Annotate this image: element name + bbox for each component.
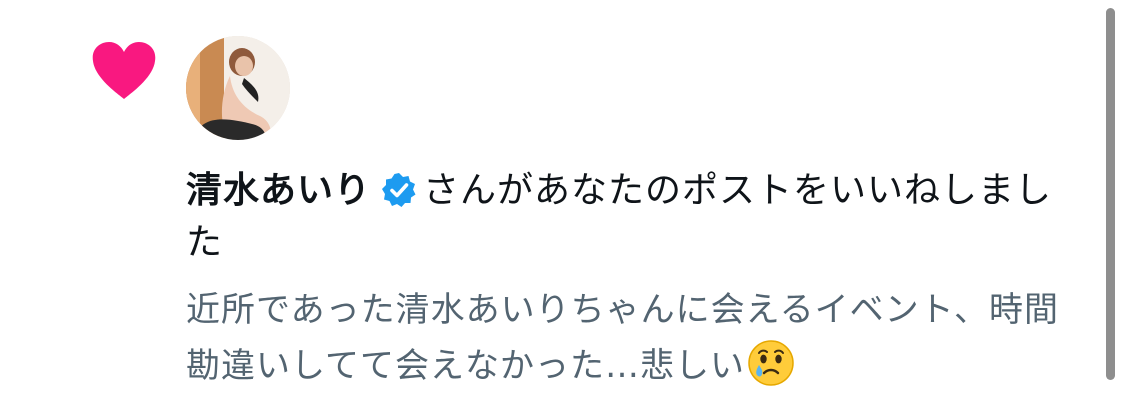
avatar[interactable] (186, 36, 290, 140)
post-text: 近所であった清水あいりちゃんに会えるイベント、時間勘違いしてて会えなかった…悲し… (186, 290, 1059, 386)
post-preview-text: 近所であった清水あいりちゃんに会えるイベント、時間勘違いしてて会えなかった…悲し… (186, 282, 1086, 394)
notification-headline: 清水あいり さんがあなたのポストをいいねしました (186, 165, 1086, 269)
user-name[interactable]: 清水あいり (186, 170, 371, 211)
scrollbar[interactable] (1106, 8, 1115, 380)
verified-badge-icon (381, 172, 417, 208)
face-holding-back-tears-emoji (747, 339, 795, 387)
heart-icon (91, 41, 157, 101)
like-notification[interactable]: 清水あいり さんがあなたのポストをいいねしました 近所であった清水あいりちゃんに… (0, 0, 1124, 417)
